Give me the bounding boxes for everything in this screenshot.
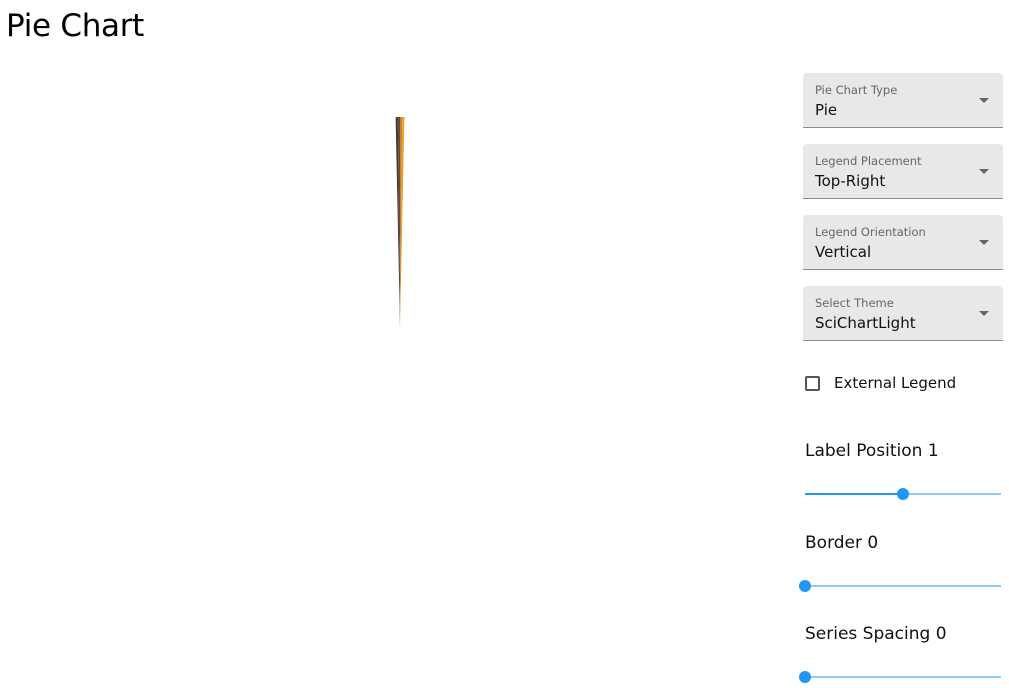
series-spacing-control: Series Spacing 0 — [799, 623, 1001, 683]
series-spacing-title: Series Spacing 0 — [805, 624, 947, 644]
pie-chart-canvas[interactable] — [0, 60, 790, 688]
label-position-fill — [805, 493, 903, 495]
series-spacing-thumb[interactable] — [799, 671, 811, 683]
border-control: Border 0 — [799, 532, 1001, 592]
dropdown-arrow-icon — [979, 311, 989, 316]
legend-orientation-label: Legend Orientation — [815, 225, 926, 239]
border-title: Border 0 — [805, 533, 879, 553]
settings-panel: Pie Chart Type Pie Legend Placement Top-… — [803, 73, 1003, 357]
legend-placement-label: Legend Placement — [815, 154, 922, 168]
label-position-title: Label Position 1 — [805, 441, 939, 461]
theme-select[interactable]: Select Theme SciChartLight — [803, 286, 1003, 341]
legend-orientation-value: Vertical — [815, 243, 872, 261]
label-position-control: Label Position 1 — [805, 440, 1001, 500]
theme-value: SciChartLight — [815, 314, 916, 332]
external-legend-label: External Legend — [834, 374, 957, 392]
dropdown-arrow-icon — [979, 169, 989, 174]
pie-chart-type-label: Pie Chart Type — [815, 83, 898, 97]
dropdown-arrow-icon — [979, 98, 989, 103]
pie-chart-type-select[interactable]: Pie Chart Type Pie — [803, 73, 1003, 128]
external-legend-checkbox[interactable]: External Legend — [803, 373, 956, 393]
series-spacing-slider[interactable] — [799, 671, 1001, 683]
legend-placement-select[interactable]: Legend Placement Top-Right — [803, 144, 1003, 199]
page-title: Pie Chart — [6, 8, 145, 44]
legend-placement-value: Top-Right — [815, 172, 886, 190]
theme-label: Select Theme — [815, 296, 894, 310]
label-position-thumb[interactable] — [897, 488, 909, 500]
legend-orientation-select[interactable]: Legend Orientation Vertical — [803, 215, 1003, 270]
border-slider[interactable] — [799, 580, 1001, 592]
checkbox-icon[interactable] — [805, 375, 820, 391]
pie-chart-type-value: Pie — [815, 101, 838, 119]
dropdown-arrow-icon — [979, 240, 989, 245]
pie-chart[interactable] — [0, 60, 790, 688]
border-thumb[interactable] — [799, 580, 811, 592]
label-position-slider[interactable] — [805, 488, 1001, 500]
